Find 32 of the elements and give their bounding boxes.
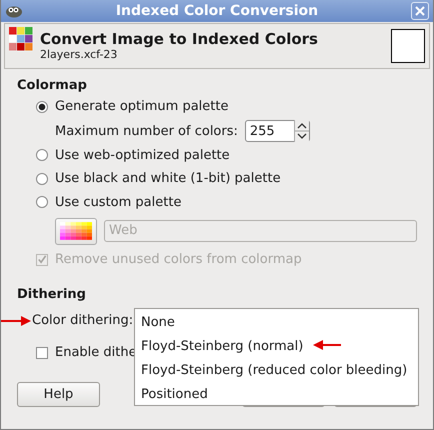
radio-button[interactable] [36,196,48,208]
help-button[interactable]: Help [17,382,100,406]
option-label: Use web-optimized palette [55,148,230,163]
palette-icon [60,221,92,241]
section-heading: Dithering [17,286,86,304]
close-button[interactable] [411,2,429,20]
color-grid-icon [9,27,33,51]
close-icon [414,5,426,17]
dialog-title: Convert Image to Indexed Colors [40,30,319,48]
radio-button[interactable] [36,149,48,162]
checkbox-label: Remove unused colors from colormap [55,252,302,268]
section-heading: Colormap [17,77,87,95]
mascot-icon [5,4,23,18]
option-label: Use custom palette [55,194,182,210]
radio-button[interactable] [36,172,48,185]
option-label: Use black and white (1-bit) palette [55,171,281,186]
pointer-arrow [1,316,31,326]
menu-item[interactable]: Floyd-Steinberg (reduced color bleeding) [135,359,418,383]
pointer-arrow [313,340,341,350]
number-spinner[interactable]: 255 [244,120,310,142]
palette-button[interactable] [55,218,97,244]
image-preview [391,29,425,63]
option-label: Generate optimum palette [55,99,228,114]
radio-button[interactable] [36,100,48,113]
menu-item[interactable]: Floyd-Steinberg (normal) [135,335,418,359]
checkbox[interactable] [36,346,48,358]
field-label: Color dithering: [32,313,134,328]
image-name: 2layers.xcf-23 [40,48,118,62]
window-title: Indexed Color Conversion [114,3,320,19]
field-label: Maximum number of colors: [55,124,238,138]
menu-item[interactable]: None [135,311,418,335]
menu-item[interactable]: Positioned [135,383,418,407]
